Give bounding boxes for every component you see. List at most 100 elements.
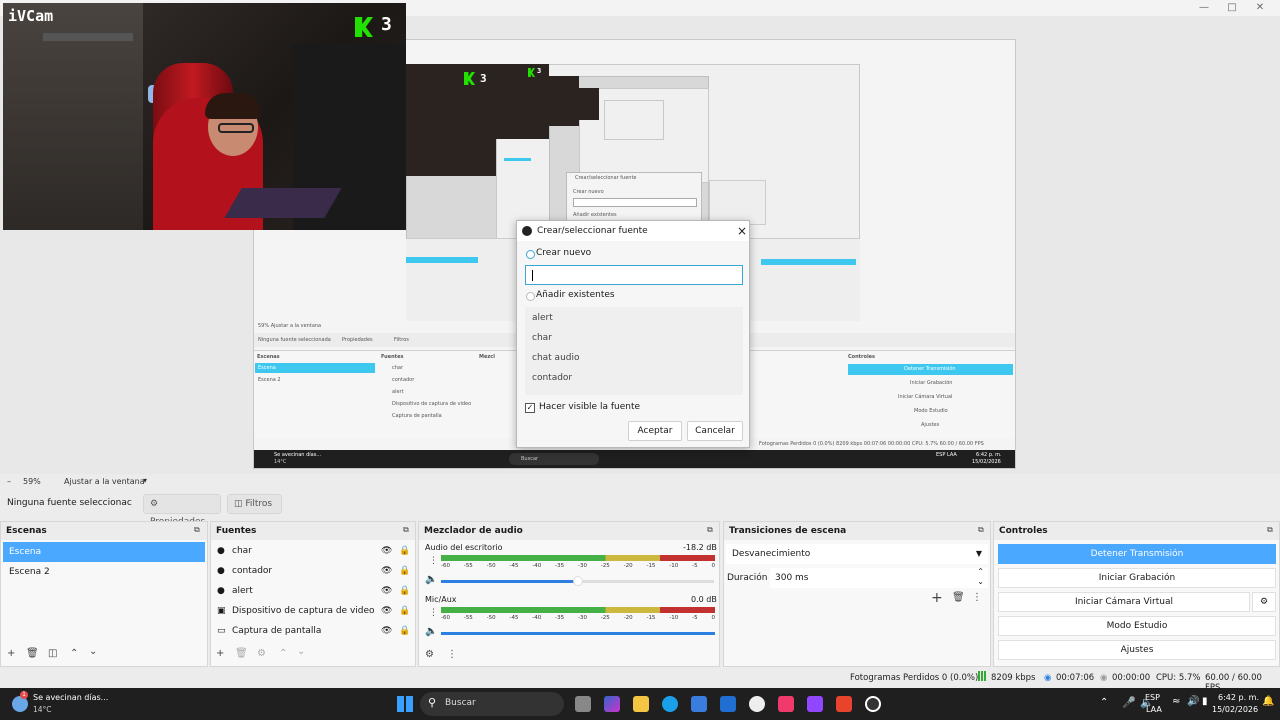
mail-icon[interactable] (720, 696, 736, 712)
wifi-icon[interactable]: ≈ (1172, 696, 1180, 707)
studio-mode-button[interactable]: Modo Estudio (998, 616, 1276, 636)
taskbar-search[interactable]: ⚲ Buscar (420, 692, 564, 716)
source-row[interactable]: ▣ Dispositivo de captura de video 👁 🔒 (217, 601, 411, 621)
eye-icon[interactable]: 👁 (381, 581, 392, 601)
file-explorer-icon[interactable] (633, 696, 649, 712)
volume-slider[interactable] (441, 632, 715, 635)
brave-icon[interactable] (836, 696, 852, 712)
gear-icon[interactable]: ⚙ (257, 648, 266, 659)
chevron-up-icon[interactable]: ⌃ (279, 648, 287, 659)
filters-button[interactable]: ◫ Filtros (227, 494, 282, 514)
volume-slider[interactable] (441, 580, 579, 583)
battery-icon[interactable]: ▮ (1202, 696, 1208, 707)
existing-item[interactable]: alert (532, 313, 553, 323)
maximize-button[interactable]: □ (1224, 1, 1240, 15)
transition-select[interactable]: Desvanecimiento ▼ (726, 544, 988, 564)
eye-icon[interactable]: 👁 (381, 561, 392, 581)
eye-icon[interactable]: 👁 (381, 621, 392, 641)
lock-icon[interactable]: 🔒 (399, 541, 410, 561)
store-icon[interactable] (691, 696, 707, 712)
eye-icon[interactable]: 👁 (381, 541, 392, 561)
source-row[interactable]: ▭ Captura de pantalla 👁 🔒 (217, 621, 411, 641)
kebab-menu-icon[interactable]: ⋮ (972, 592, 982, 603)
existing-item[interactable]: char (532, 333, 552, 343)
windows-start-icon[interactable] (397, 696, 413, 712)
undock-icon[interactable]: ⧉ (707, 525, 713, 535)
clock-time[interactable]: 6:42 p. m. (1218, 693, 1259, 702)
lock-icon[interactable]: 🔒 (399, 561, 410, 581)
source-row[interactable]: ● contador 👁 🔒 (217, 561, 411, 581)
scene-item[interactable]: Escena 2 (3, 562, 205, 582)
speaker-icon[interactable]: 🔈 (425, 626, 437, 637)
scene-filter-icon[interactable]: ◫ (48, 648, 57, 659)
source-row[interactable]: ● alert 👁 🔒 (217, 581, 411, 601)
mixer-settings-icon[interactable]: ⚙ (425, 649, 434, 660)
add-source-icon[interactable]: + (216, 648, 224, 659)
twitch-icon[interactable] (807, 696, 823, 712)
settings-button[interactable]: Ajustes (998, 640, 1276, 660)
accept-button[interactable]: Aceptar (628, 421, 682, 441)
lang-secondary[interactable]: LAA (1146, 705, 1162, 714)
trash-icon[interactable]: 🗑 (235, 648, 248, 659)
source-name-input[interactable] (525, 265, 743, 285)
add-existing-radio[interactable] (526, 292, 535, 301)
zoom-fit-dropdown[interactable]: Ajustar a la ventana (64, 477, 145, 486)
eye-icon[interactable]: 👁 (381, 601, 392, 621)
undock-icon[interactable]: ⧉ (194, 525, 200, 535)
dialog-close-icon[interactable]: × (735, 223, 749, 239)
undock-icon[interactable]: ⧉ (1267, 525, 1273, 535)
make-visible-checkbox[interactable]: ✓ (525, 403, 535, 413)
start-virtual-camera-button[interactable]: Iniciar Cámara Virtual (998, 592, 1250, 612)
music-icon[interactable] (778, 696, 794, 712)
kebab-menu-icon[interactable]: ⋮ (429, 556, 438, 566)
stop-stream-button[interactable]: Detener Transmisión (998, 544, 1276, 564)
add-transition-icon[interactable]: + (931, 590, 943, 606)
minimize-button[interactable]: — (1196, 1, 1212, 15)
track-level: 0.0 dB (691, 595, 717, 604)
cancel-button[interactable]: Cancelar (687, 421, 743, 441)
mic-icon[interactable]: 🎤 (1122, 696, 1136, 709)
ivcam-title: iVCam (8, 7, 54, 25)
existing-item[interactable]: contador (532, 373, 572, 383)
undock-icon[interactable]: ⧉ (403, 525, 409, 535)
chevron-up-icon[interactable]: ⌃ (70, 648, 78, 659)
existing-item[interactable]: chat audio (532, 353, 580, 363)
nested-task-search: Buscar (509, 453, 599, 465)
volume-icon[interactable]: 🔊 (1187, 696, 1199, 707)
start-recording-button[interactable]: Iniciar Grabación (998, 568, 1276, 588)
lang-primary[interactable]: ESP (1145, 693, 1160, 702)
edge-icon[interactable] (662, 696, 678, 712)
duration-input[interactable]: 300 ms ⌃ ⌄ (770, 567, 988, 588)
gear-icon[interactable]: ⚙ (1252, 592, 1276, 612)
weather-text[interactable]: Se avecinan días... (33, 693, 108, 702)
create-new-radio[interactable] (526, 250, 535, 259)
lock-icon[interactable]: 🔒 (399, 621, 410, 641)
clock-date[interactable]: 15/02/2026 (1212, 705, 1258, 714)
task-view-icon[interactable] (575, 696, 591, 712)
chevron-up-icon[interactable]: ⌃ (1100, 697, 1108, 708)
obs-icon[interactable] (865, 696, 881, 712)
close-button[interactable]: ✕ (1252, 1, 1268, 15)
kebab-menu-icon[interactable]: ⋮ (429, 608, 438, 618)
trash-icon[interactable]: 🗑 (26, 648, 39, 659)
scene-item[interactable]: Escena (3, 542, 205, 562)
notification-icon[interactable]: 🔔 (1262, 696, 1274, 707)
properties-button[interactable]: ⚙ Propiedades (143, 494, 221, 527)
lock-icon[interactable]: 🔒 (399, 581, 410, 601)
clock-icon[interactable] (749, 696, 765, 712)
trash-icon[interactable]: 🗑 (952, 592, 965, 603)
chevron-down-icon[interactable]: ▾ (143, 476, 147, 485)
chevron-down-icon[interactable]: ⌄ (977, 572, 984, 592)
zoom-minus-icon[interactable]: – (7, 477, 11, 486)
volume-handle[interactable] (573, 576, 583, 586)
speaker-icon[interactable]: 🔈 (425, 574, 437, 585)
chevron-down-icon[interactable]: ⌄ (297, 646, 305, 657)
lock-icon[interactable]: 🔒 (399, 601, 410, 621)
source-row[interactable]: ● char 👁 🔒 (217, 541, 411, 561)
widgets-icon[interactable] (604, 696, 620, 712)
chevron-down-icon[interactable]: ⌄ (89, 646, 97, 657)
add-scene-icon[interactable]: + (7, 648, 15, 659)
search-icon: ⚲ (428, 696, 437, 709)
kebab-menu-icon[interactable]: ⋮ (447, 649, 457, 660)
undock-icon[interactable]: ⧉ (978, 525, 984, 535)
